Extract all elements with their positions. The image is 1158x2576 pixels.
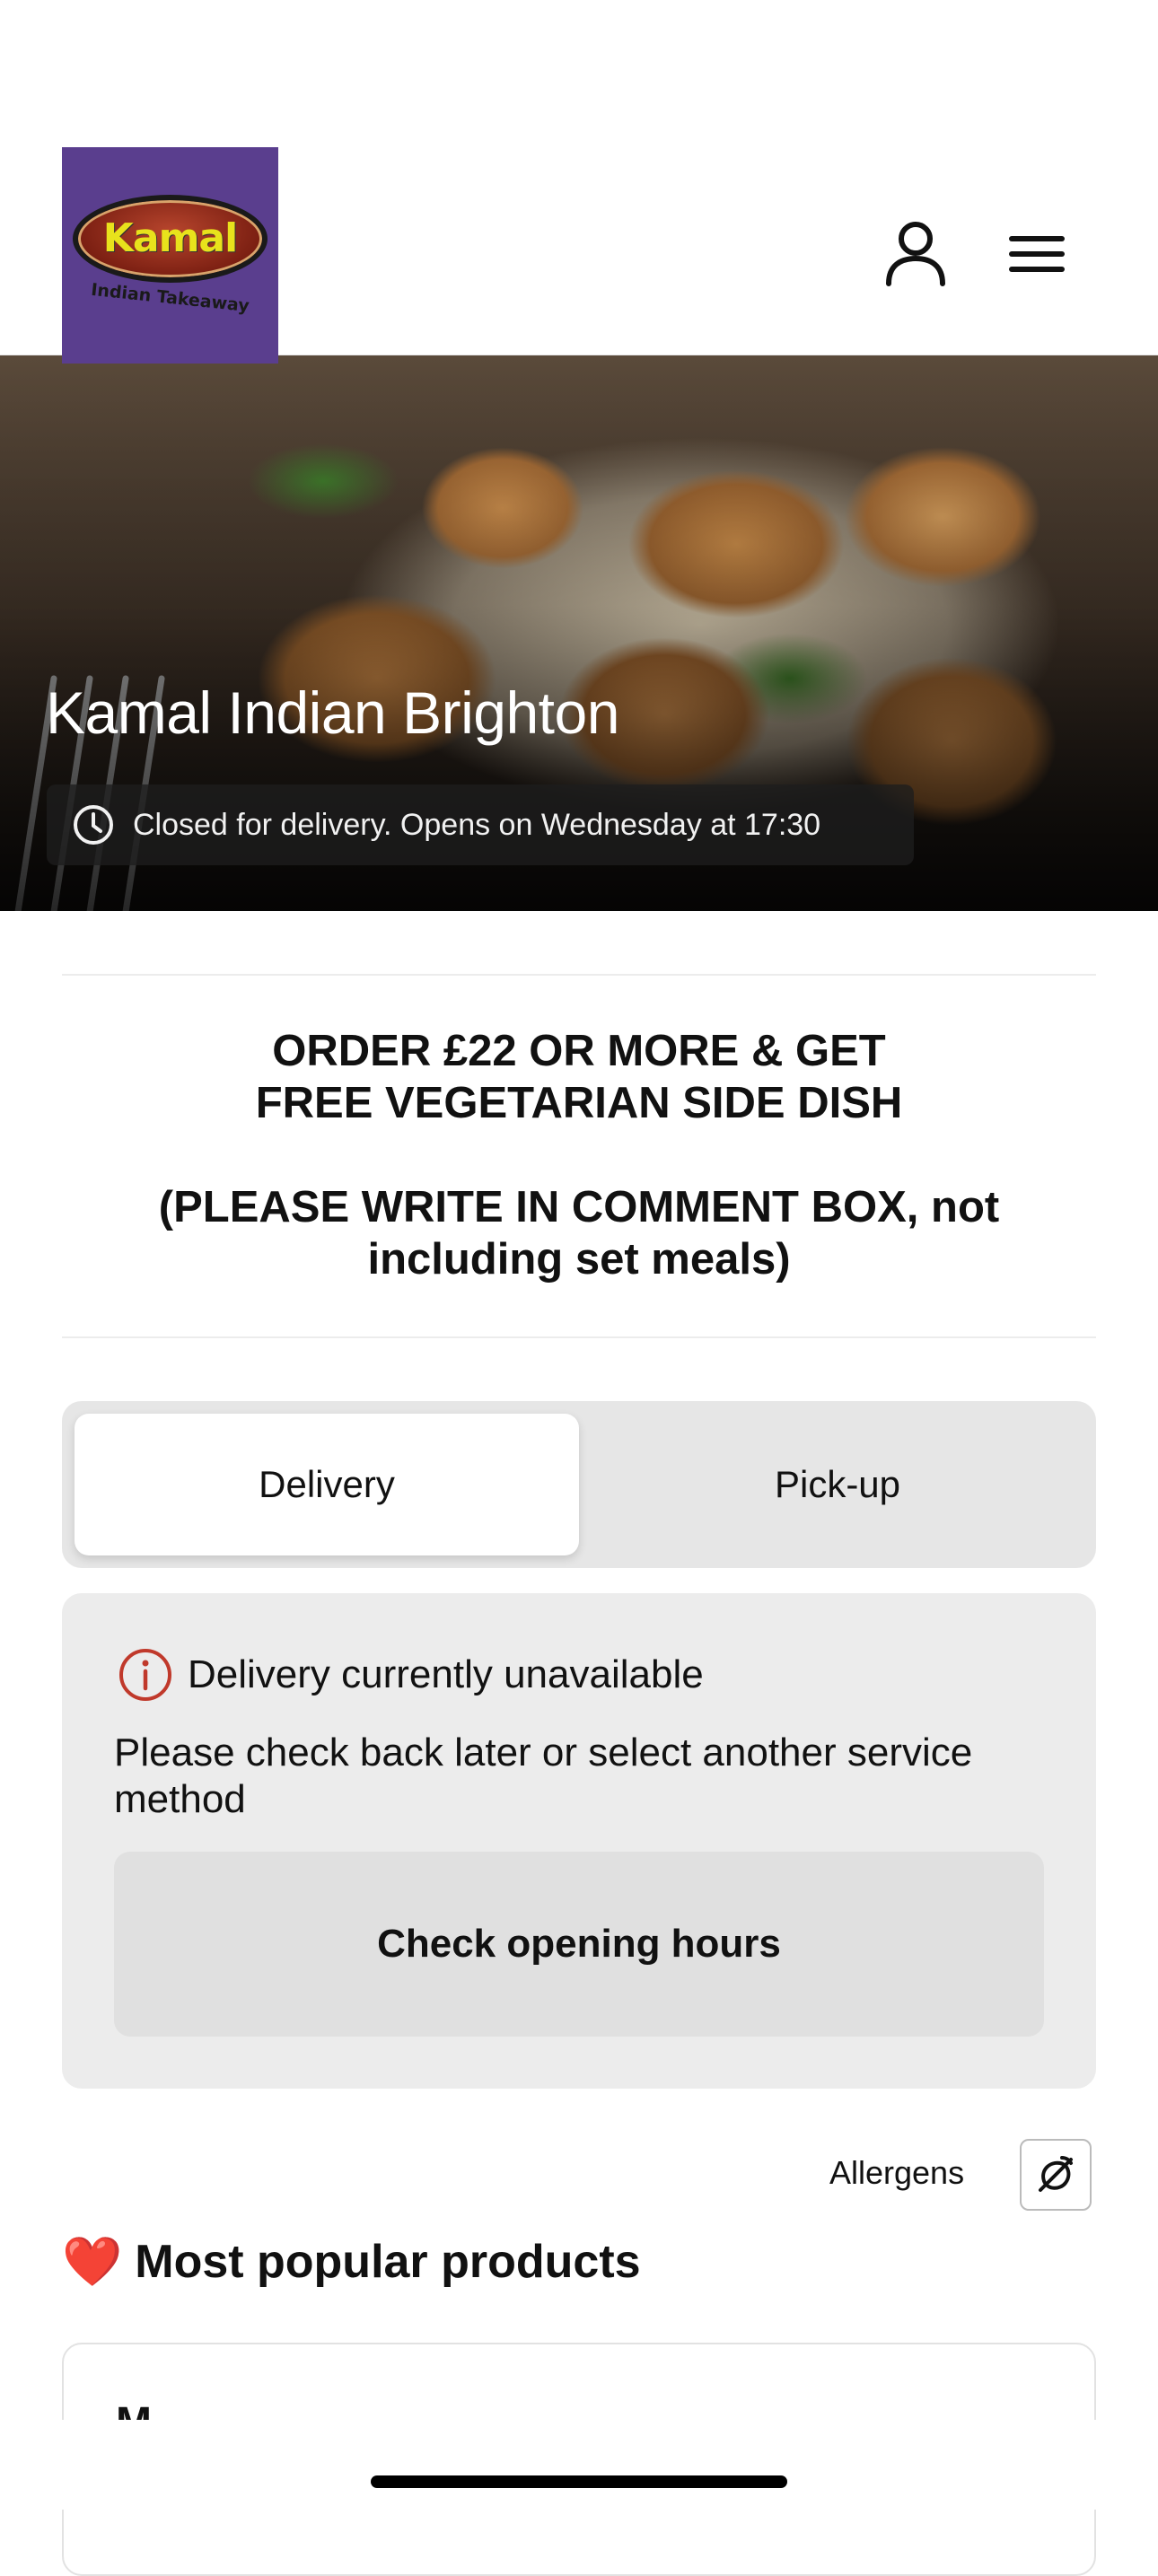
menu-button[interactable]	[1000, 224, 1074, 284]
bottom-safe-area	[0, 2420, 1158, 2510]
opening-status: Closed for delivery. Opens on Wednesday …	[47, 784, 914, 865]
delivery-unavailable-card: Delivery currently unavailable Please ch…	[62, 1593, 1096, 2089]
promo-line-1: ORDER £22 OR MORE & GET FREE VEGETARIAN …	[255, 1027, 903, 1127]
allergens-label[interactable]: Allergens	[829, 2154, 964, 2192]
check-opening-hours-button[interactable]: Check opening hours	[114, 1852, 1044, 2037]
logo-emblem: Kamal	[73, 194, 268, 283]
divider	[62, 974, 1096, 976]
heart-icon: ❤️	[62, 2235, 123, 2289]
logo-name: Kamal	[102, 215, 238, 261]
hero-banner: Kamal Indian Brighton Closed for deliver…	[0, 355, 1158, 911]
popular-products-heading: ❤️ Most popular products	[62, 2235, 641, 2289]
allergens-button[interactable]	[1020, 2139, 1092, 2211]
allergen-icon	[1039, 2156, 1073, 2192]
hamburger-menu-icon	[1009, 236, 1065, 272]
tab-pickup[interactable]: Pick-up	[592, 1414, 1083, 1555]
opening-status-text: Closed for delivery. Opens on Wednesday …	[133, 807, 821, 842]
clock-icon	[74, 805, 113, 845]
info-icon	[119, 1649, 171, 1701]
promo-line-2: (PLEASE WRITE IN COMMENT BOX, not includ…	[158, 1183, 1000, 1284]
notice-message: Please check back later or select anothe…	[114, 1730, 973, 1821]
user-icon	[886, 222, 945, 286]
notice-title: Delivery currently unavailable	[188, 1652, 704, 1696]
restaurant-logo[interactable]: Kamal Indian Takeaway	[62, 147, 278, 364]
promo-banner: ORDER £22 OR MORE & GET FREE VEGETARIAN …	[62, 1025, 1096, 1285]
account-button[interactable]	[878, 215, 953, 291]
restaurant-name: Kamal Indian Brighton	[46, 679, 619, 746]
notice-header: Delivery currently unavailable	[118, 1647, 704, 1703]
section-title: Most popular products	[135, 2236, 641, 2288]
logo-subtitle: Indian Takeaway	[90, 279, 250, 316]
service-method-toggle: Delivery Pick-up	[62, 1401, 1096, 1568]
tab-delivery[interactable]: Delivery	[75, 1414, 579, 1555]
divider	[62, 1336, 1096, 1338]
home-indicator[interactable]	[371, 2475, 787, 2488]
